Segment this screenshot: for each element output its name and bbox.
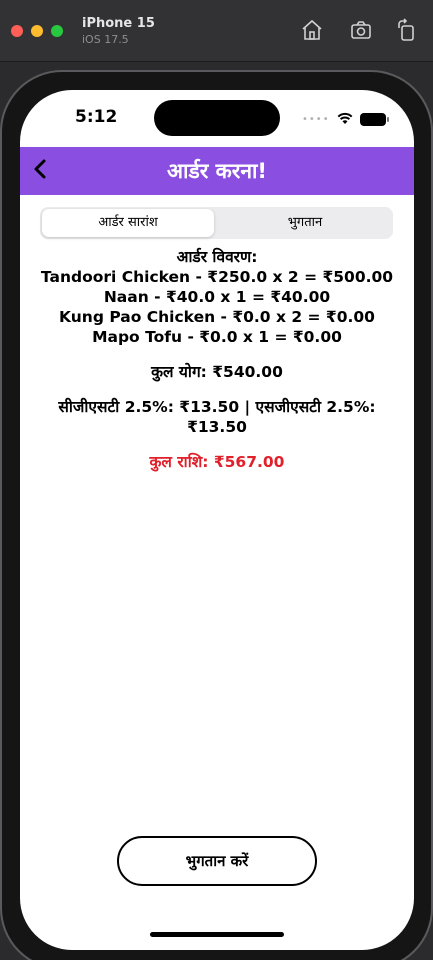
device-name: iPhone 15: [82, 16, 155, 31]
app-screen: 5:12 •••• आर्डर करना! आर्डर सारांश भुगता…: [20, 90, 414, 950]
signal-icon: ••••: [302, 114, 330, 125]
order-item: Tandoori Chicken - ₹250.0 x 2 = ₹500.00: [40, 268, 394, 286]
wifi-icon: [336, 110, 354, 129]
order-item: Kung Pao Chicken - ₹0.0 x 2 = ₹0.00: [59, 308, 375, 326]
battery-icon: [359, 113, 389, 126]
total-amount: कुल राशि: ₹567.00: [149, 453, 285, 471]
home-icon[interactable]: [300, 18, 324, 42]
segmented-control: आर्डर सारांश भुगतान: [40, 207, 393, 239]
pay-button[interactable]: भुगतान करें: [117, 836, 317, 886]
screenshot-icon[interactable]: [349, 18, 373, 42]
zoom-window-button[interactable]: [51, 25, 63, 37]
tab-order-summary[interactable]: आर्डर सारांश: [42, 209, 214, 237]
minimize-window-button[interactable]: [31, 25, 43, 37]
status-time: 5:12: [75, 107, 118, 127]
order-summary: आर्डर विवरण: Tandoori Chicken - ₹250.0 x…: [20, 247, 414, 472]
navigation-bar: आर्डर करना!: [20, 147, 414, 195]
home-indicator: [150, 932, 284, 937]
tab-payment[interactable]: भुगतान: [219, 209, 391, 237]
close-window-button[interactable]: [11, 25, 23, 37]
order-heading: आर्डर विवरण:: [176, 248, 258, 266]
order-item: Naan - ₹40.0 x 1 = ₹40.00: [103, 288, 331, 306]
simulator-title-bar: iPhone 15 iOS 17.5: [0, 0, 433, 62]
tax-text: सीजीएसटी 2.5%: ₹13.50 | एसजीएसटी 2.5%: ₹…: [58, 398, 376, 436]
subtotal-text: कुल योग: ₹540.00: [151, 363, 283, 381]
status-indicators: ••••: [302, 110, 389, 129]
page-title: आर्डर करना!: [167, 159, 267, 183]
os-version: iOS 17.5: [82, 33, 129, 46]
dynamic-island: [154, 100, 280, 136]
rotate-icon[interactable]: [395, 18, 419, 42]
order-item: Mapo Tofu - ₹0.0 x 1 = ₹0.00: [92, 328, 342, 346]
